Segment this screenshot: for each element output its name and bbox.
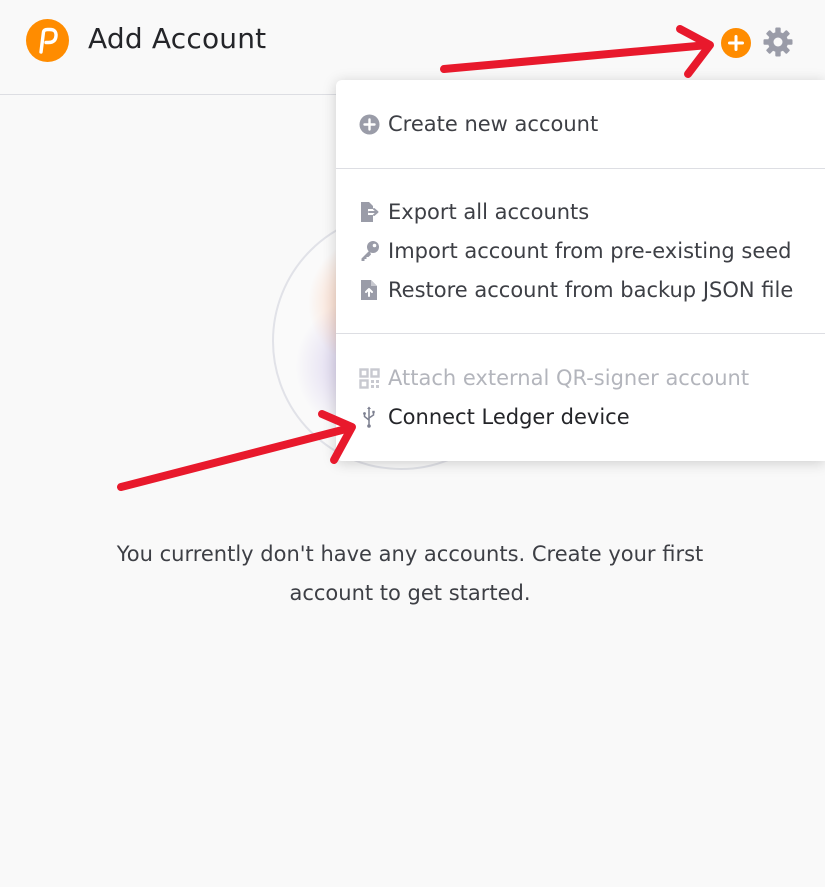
menu-item-connect-ledger[interactable]: Connect Ledger device (358, 402, 630, 432)
add-account-menu: Create new account Export all accounts I… (336, 80, 825, 461)
menu-item-label: Create new account (388, 112, 599, 136)
plus-circle-icon (358, 113, 380, 135)
menu-item-label: Export all accounts (388, 200, 590, 224)
menu-item-label: Attach external QR-signer account (388, 366, 750, 390)
menu-divider (336, 333, 825, 334)
menu-item-import-from-seed[interactable]: Import account from pre-existing seed (358, 236, 792, 266)
plus-icon (728, 35, 744, 51)
menu-item-export-all-accounts[interactable]: Export all accounts (358, 197, 589, 227)
empty-state-message: You currently don't have any accounts. C… (60, 535, 760, 613)
menu-item-label: Connect Ledger device (388, 405, 630, 429)
menu-item-label: Import account from pre-existing seed (388, 239, 792, 263)
settings-button[interactable] (762, 26, 794, 58)
file-upload-icon (358, 279, 380, 301)
usb-icon (358, 406, 380, 428)
key-icon (358, 240, 380, 262)
app-page: Add Account You currently don't have any… (0, 0, 825, 887)
menu-item-create-new-account[interactable]: Create new account (358, 109, 598, 139)
page-title: Add Account (88, 22, 267, 55)
add-account-button[interactable] (721, 28, 751, 58)
qrcode-icon (358, 367, 380, 389)
polkadot-logo-icon (26, 19, 69, 62)
menu-divider (336, 168, 825, 169)
empty-state-line-2: account to get started. (289, 581, 531, 605)
menu-item-label: Restore account from backup JSON file (388, 278, 794, 302)
empty-state-line-1: You currently don't have any accounts. C… (116, 542, 704, 566)
menu-item-restore-from-json[interactable]: Restore account from backup JSON file (358, 275, 793, 305)
menu-item-attach-qr-signer: Attach external QR-signer account (358, 363, 749, 393)
file-export-icon (358, 201, 380, 223)
gear-icon (763, 27, 793, 57)
